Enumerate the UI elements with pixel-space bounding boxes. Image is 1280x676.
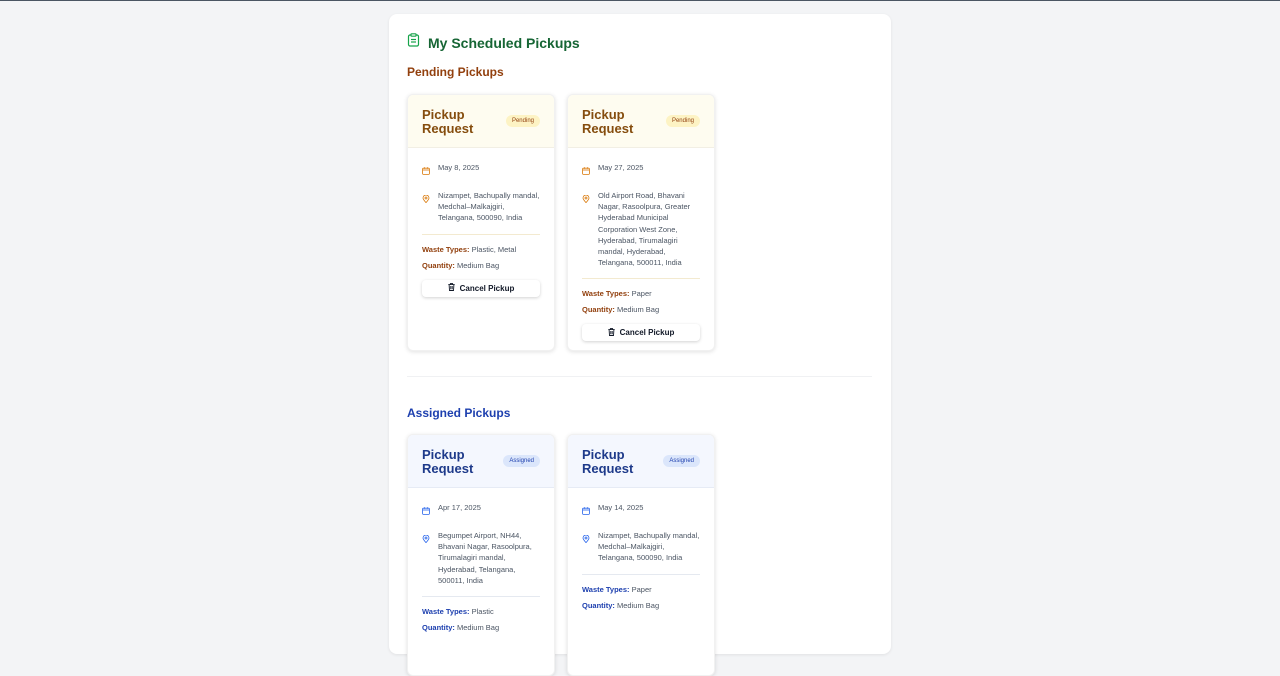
scheduled-pickups-panel: My Scheduled Pickups Pending Pickups Pic… xyxy=(389,14,891,676)
cancel-pickup-button[interactable]: Cancel Pickup xyxy=(422,279,540,297)
trash-icon xyxy=(447,283,455,293)
waste-types: Waste Types: Plastic xyxy=(422,607,494,617)
date-row: May 27, 2025 xyxy=(582,162,700,180)
pickup-address: Begumpet Airport, NH44, Bhavani Nagar, R… xyxy=(438,531,532,585)
assigned-pickup-card: Pickup Request Assigned Apr 17, 2025 Beg… xyxy=(407,434,555,676)
calendar-icon xyxy=(422,162,430,180)
map-pin-icon xyxy=(582,530,590,548)
divider xyxy=(422,233,540,235)
waste-types: Waste Types: Paper xyxy=(582,289,652,299)
map-pin-icon xyxy=(422,190,430,208)
calendar-icon xyxy=(422,502,430,520)
pending-pickup-card: Pickup Request Pending May 27, 2025 Old … xyxy=(567,94,715,351)
waste-types: Waste Types: Paper xyxy=(582,584,652,594)
status-badge: Pending xyxy=(505,115,540,127)
map-pin-icon xyxy=(422,530,430,548)
date-row: May 8, 2025 xyxy=(422,162,540,180)
date-row: May 14, 2025 xyxy=(582,502,700,520)
status-badge: Pending xyxy=(665,115,700,127)
map-pin-icon xyxy=(582,190,590,208)
pickup-date: May 27, 2025 xyxy=(598,163,644,172)
card-header: Pickup Request Assigned xyxy=(408,435,554,488)
date-row: Apr 17, 2025 xyxy=(422,502,540,520)
address-row: Old Airport Road, Bhavani Nagar, Rasoolp… xyxy=(582,190,700,268)
cancel-pickup-button[interactable]: Cancel Pickup xyxy=(582,324,700,342)
pending-section-title: Pending Pickups xyxy=(407,65,504,79)
pending-pickup-card: Pickup Request Pending May 8, 2025 Nizam… xyxy=(407,94,555,351)
address-row: Nizampet, Bachupally mandal, Medchal–Mal… xyxy=(582,530,700,564)
status-badge: Assigned xyxy=(663,455,700,467)
address-row: Begumpet Airport, NH44, Bhavani Nagar, R… xyxy=(422,530,540,586)
window-top-border xyxy=(0,0,1280,1)
waste-types: Waste Types: Plastic, Metal xyxy=(422,244,517,254)
section-divider xyxy=(407,376,872,377)
pickup-date: May 8, 2025 xyxy=(438,163,480,172)
pickup-address: Nizampet, Bachupally mandal, Medchal–Mal… xyxy=(438,191,540,223)
quantity: Quantity: Medium Bag xyxy=(582,305,660,315)
pickup-address: Nizampet, Bachupally mandal, Medchal–Mal… xyxy=(598,531,700,563)
card-title: Pickup Request xyxy=(422,107,474,136)
pickup-date: Apr 17, 2025 xyxy=(438,503,481,512)
divider xyxy=(582,573,700,575)
page-title: My Scheduled Pickups xyxy=(428,34,580,51)
card-header: Pickup Request Assigned xyxy=(568,435,714,488)
panel-header: My Scheduled Pickups xyxy=(407,33,580,52)
status-badge: Assigned xyxy=(503,455,540,467)
card-header: Pickup Request Pending xyxy=(568,95,714,148)
calendar-icon xyxy=(582,162,590,180)
pickup-date: May 14, 2025 xyxy=(598,503,644,512)
pickup-address: Old Airport Road, Bhavani Nagar, Rasoolp… xyxy=(598,191,691,268)
card-title: Pickup Request xyxy=(582,107,634,136)
cancel-pickup-label: Cancel Pickup xyxy=(619,328,675,338)
card-header: Pickup Request Pending xyxy=(408,95,554,148)
quantity: Quantity: Medium Bag xyxy=(422,260,500,270)
calendar-icon xyxy=(582,502,590,520)
divider xyxy=(582,278,700,280)
assigned-section-title: Assigned Pickups xyxy=(407,406,511,420)
assigned-pickup-card: Pickup Request Assigned May 14, 2025 Niz… xyxy=(567,434,715,676)
clipboard-icon xyxy=(407,33,420,52)
cancel-pickup-label: Cancel Pickup xyxy=(459,283,515,293)
divider xyxy=(422,596,540,598)
quantity: Quantity: Medium Bag xyxy=(582,600,660,610)
quantity: Quantity: Medium Bag xyxy=(422,623,500,633)
trash-icon xyxy=(607,328,615,338)
card-title: Pickup Request xyxy=(422,447,474,476)
address-row: Nizampet, Bachupally mandal, Medchal–Mal… xyxy=(422,190,540,224)
card-title: Pickup Request xyxy=(582,447,634,476)
